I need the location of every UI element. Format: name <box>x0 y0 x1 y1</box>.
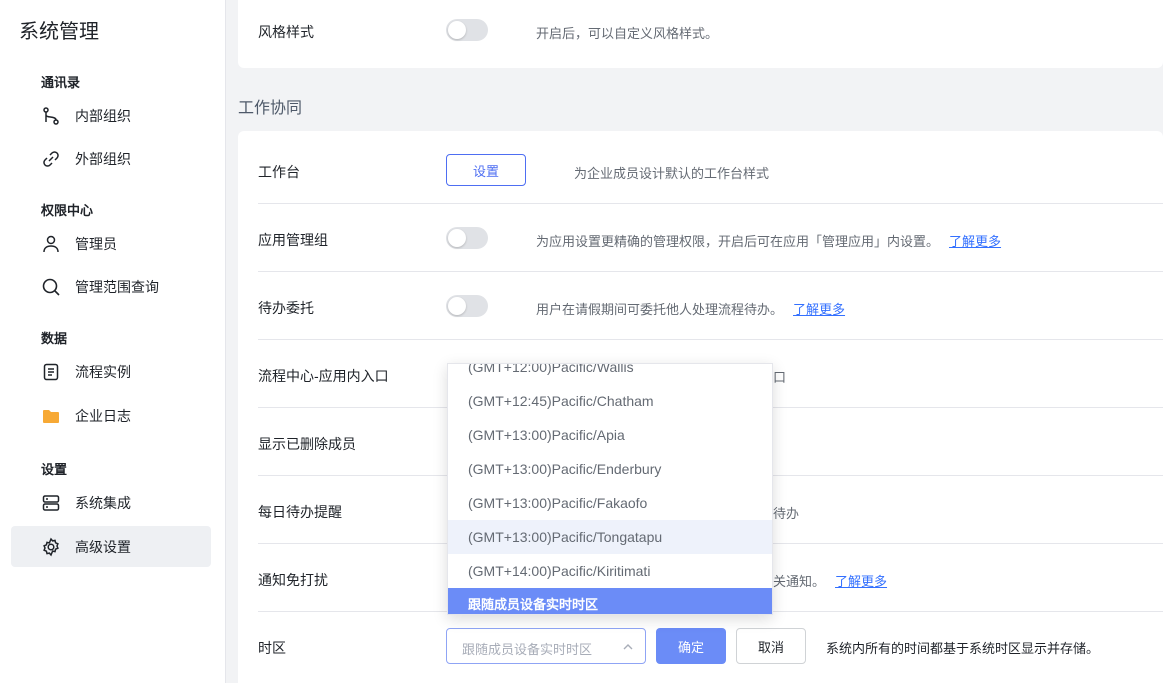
delegate-label: 待办委托 <box>258 300 314 316</box>
sidebar-item-scope-query[interactable]: 管理范围查询 <box>11 266 211 307</box>
gear-icon <box>41 537 61 557</box>
timezone-option-selected[interactable]: 跟随成员设备实时时区 <box>448 588 772 614</box>
style-toggle[interactable] <box>446 19 488 41</box>
chevron-up-icon <box>621 640 635 654</box>
timezone-option-list: (GMT+12:00)Pacific/Wallis (GMT+12:45)Pac… <box>448 364 772 614</box>
timezone-option[interactable]: (GMT+13:00)Pacific/Enderbury <box>448 452 772 486</box>
section-title: 工作协同 <box>238 100 303 117</box>
confirm-button[interactable]: 确定 <box>656 628 726 664</box>
divider <box>258 271 1163 272</box>
sidebar-item-logs[interactable]: 企业日志 <box>11 395 211 436</box>
timezone-option[interactable]: (GMT+12:00)Pacific/Wallis <box>448 364 772 384</box>
sidebar-item-label: 企业日志 <box>75 407 131 424</box>
style-desc: 开启后，可以自定义风格样式。 <box>536 26 719 41</box>
app-admin-group-desc: 为应用设置更精确的管理权限，开启后可在应用「管理应用」内设置。 了解更多 <box>536 231 1001 250</box>
flow-entry-desc-partial: 口 <box>773 370 787 385</box>
flow-entry-label: 流程中心-应用内入口 <box>258 368 389 384</box>
document-icon <box>41 362 61 382</box>
delegate-desc-text: 用户在请假期间可委托他人处理流程待办。 <box>536 302 784 317</box>
sidebar-item-label: 管理员 <box>75 235 117 252</box>
divider <box>258 339 1163 340</box>
timezone-dropdown: (GMT+12:00)Pacific/Wallis (GMT+12:45)Pac… <box>447 363 773 615</box>
daily-reminder-desc-partial: 待办 <box>773 506 800 521</box>
show-deleted-label: 显示已删除成员 <box>258 436 356 452</box>
learn-more-link[interactable]: 了解更多 <box>793 302 845 317</box>
sidebar-item-label: 内部组织 <box>75 107 131 124</box>
cancel-button[interactable]: 取消 <box>736 628 806 664</box>
group-contacts: 通讯录 <box>41 75 81 90</box>
divider <box>258 203 1163 204</box>
daily-reminder-label: 每日待办提醒 <box>258 504 342 520</box>
group-data: 数据 <box>41 331 68 346</box>
workbench-settings-button[interactable]: 设置 <box>446 154 526 186</box>
sidebar: 系统管理 通讯录 内部组织 外部组织 权限中心 管理员 管理范围查询 数据 流程… <box>0 0 226 683</box>
learn-more-link[interactable]: 了解更多 <box>835 574 887 589</box>
workbench-desc: 为企业成员设计默认的工作台样式 <box>574 166 770 181</box>
folder-icon <box>41 406 61 426</box>
user-icon <box>41 234 61 254</box>
sidebar-item-label: 流程实例 <box>75 363 131 380</box>
sidebar-item-label: 管理范围查询 <box>75 278 159 295</box>
learn-more-link[interactable]: 了解更多 <box>949 234 1001 249</box>
delegate-toggle[interactable] <box>446 295 488 317</box>
dnd-label: 通知免打扰 <box>258 572 328 588</box>
sidebar-item-label: 外部组织 <box>75 150 131 167</box>
timezone-option[interactable]: (GMT+13:00)Pacific/Apia <box>448 418 772 452</box>
timezone-option-hovered[interactable]: (GMT+13:00)Pacific/Tongatapu <box>448 520 772 554</box>
timezone-select-placeholder: 跟随成员设备实时时区 <box>462 642 593 657</box>
server-icon <box>41 493 61 513</box>
sidebar-item-external-org[interactable]: 外部组织 <box>11 138 211 179</box>
sidebar-item-admins[interactable]: 管理员 <box>11 223 211 264</box>
sidebar-item-internal-org[interactable]: 内部组织 <box>11 95 211 136</box>
group-permissions: 权限中心 <box>41 203 94 218</box>
app-admin-group-toggle[interactable] <box>446 227 488 249</box>
timezone-option[interactable]: (GMT+13:00)Pacific/Fakaofo <box>448 486 772 520</box>
style-label: 风格样式 <box>258 24 314 40</box>
sidebar-item-label: 系统集成 <box>75 494 131 511</box>
timezone-option[interactable]: (GMT+14:00)Pacific/Kiritimati <box>448 554 772 588</box>
sidebar-item-integration[interactable]: 系统集成 <box>11 482 211 523</box>
dnd-desc: 关通知。 了解更多 <box>773 571 887 590</box>
sidebar-item-flow-instances[interactable]: 流程实例 <box>11 351 211 392</box>
sidebar-title: 系统管理 <box>19 21 99 43</box>
app-admin-group-desc-text: 为应用设置更精确的管理权限，开启后可在应用「管理应用」内设置。 <box>536 234 940 249</box>
dnd-desc-text: 关通知。 <box>773 574 826 589</box>
timezone-label: 时区 <box>258 640 286 656</box>
timezone-select[interactable]: 跟随成员设备实时时区 <box>446 628 646 664</box>
app-admin-group-label: 应用管理组 <box>258 232 328 248</box>
org-branch-icon <box>41 106 61 126</box>
group-settings: 设置 <box>41 462 68 477</box>
sidebar-item-label: 高级设置 <box>75 538 131 555</box>
timezone-desc: 系统内所有的时间都基于系统时区显示并存储。 <box>826 641 1100 656</box>
link-icon <box>41 149 61 169</box>
sidebar-item-advanced-settings[interactable]: 高级设置 <box>11 526 211 567</box>
delegate-desc: 用户在请假期间可委托他人处理流程待办。 了解更多 <box>536 299 845 318</box>
timezone-option[interactable]: (GMT+12:45)Pacific/Chatham <box>448 384 772 418</box>
search-icon <box>41 277 61 297</box>
workbench-label: 工作台 <box>258 164 300 180</box>
